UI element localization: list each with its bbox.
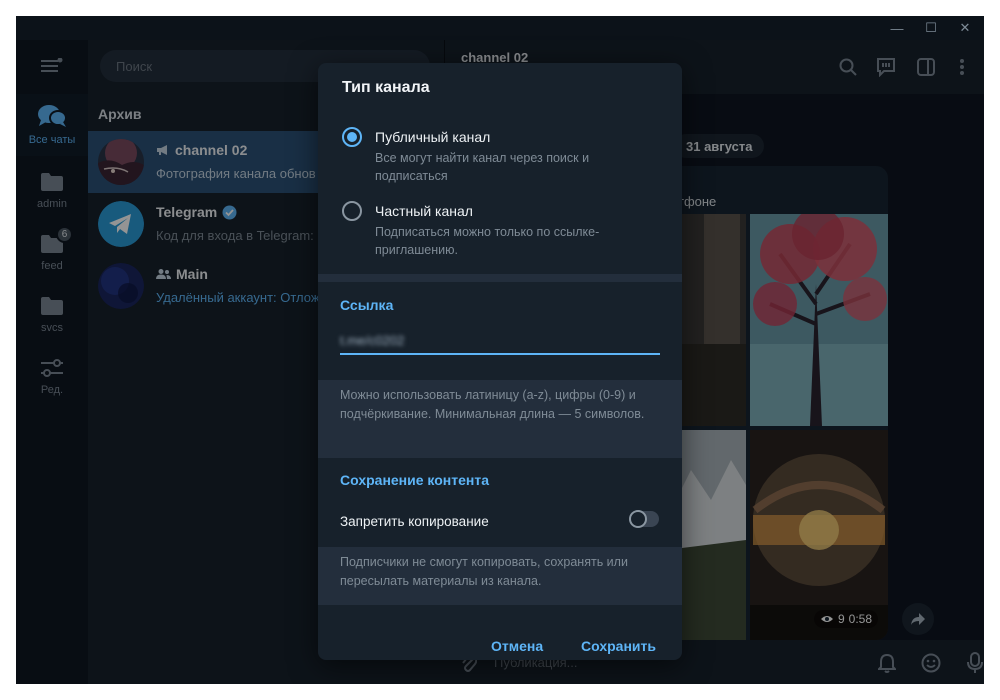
close-button[interactable]: ✕ xyxy=(948,16,982,40)
channel-type-dialog: Тип канала Публичный канал Все могут най… xyxy=(318,63,682,660)
dialog-title: Тип канала xyxy=(342,79,430,96)
link-input[interactable] xyxy=(340,329,660,351)
protect-content-toggle[interactable] xyxy=(629,510,659,528)
protect-content-label: Запретить копирование xyxy=(340,514,489,529)
telegram-window: — ☐ ✕ Все чаты admin 6 feed svcs Ред. По… xyxy=(16,16,984,684)
link-field[interactable] xyxy=(340,329,660,355)
public-channel-description: Все могут найти канал через поиск и подп… xyxy=(375,151,590,183)
private-channel-description: Подписаться можно только по ссылке-пригл… xyxy=(375,225,600,257)
title-bar: — ☐ ✕ xyxy=(16,16,984,40)
maximize-button[interactable]: ☐ xyxy=(914,16,948,40)
private-channel-label[interactable]: Частный канал xyxy=(375,203,473,219)
link-section-title: Ссылка xyxy=(340,297,394,313)
link-hint: Можно использовать латиницу (a-z), цифры… xyxy=(318,380,682,458)
private-channel-radio[interactable] xyxy=(342,201,362,221)
content-section-title: Сохранение контента xyxy=(340,472,489,488)
minimize-button[interactable]: — xyxy=(880,16,914,40)
save-button[interactable]: Сохранить xyxy=(581,638,656,654)
protect-content-hint: Подписчики не смогут копировать, сохраня… xyxy=(318,547,682,605)
public-channel-radio[interactable] xyxy=(342,127,362,147)
public-channel-label[interactable]: Публичный канал xyxy=(375,129,490,145)
cancel-button[interactable]: Отмена xyxy=(491,638,543,654)
section-divider xyxy=(318,274,682,282)
